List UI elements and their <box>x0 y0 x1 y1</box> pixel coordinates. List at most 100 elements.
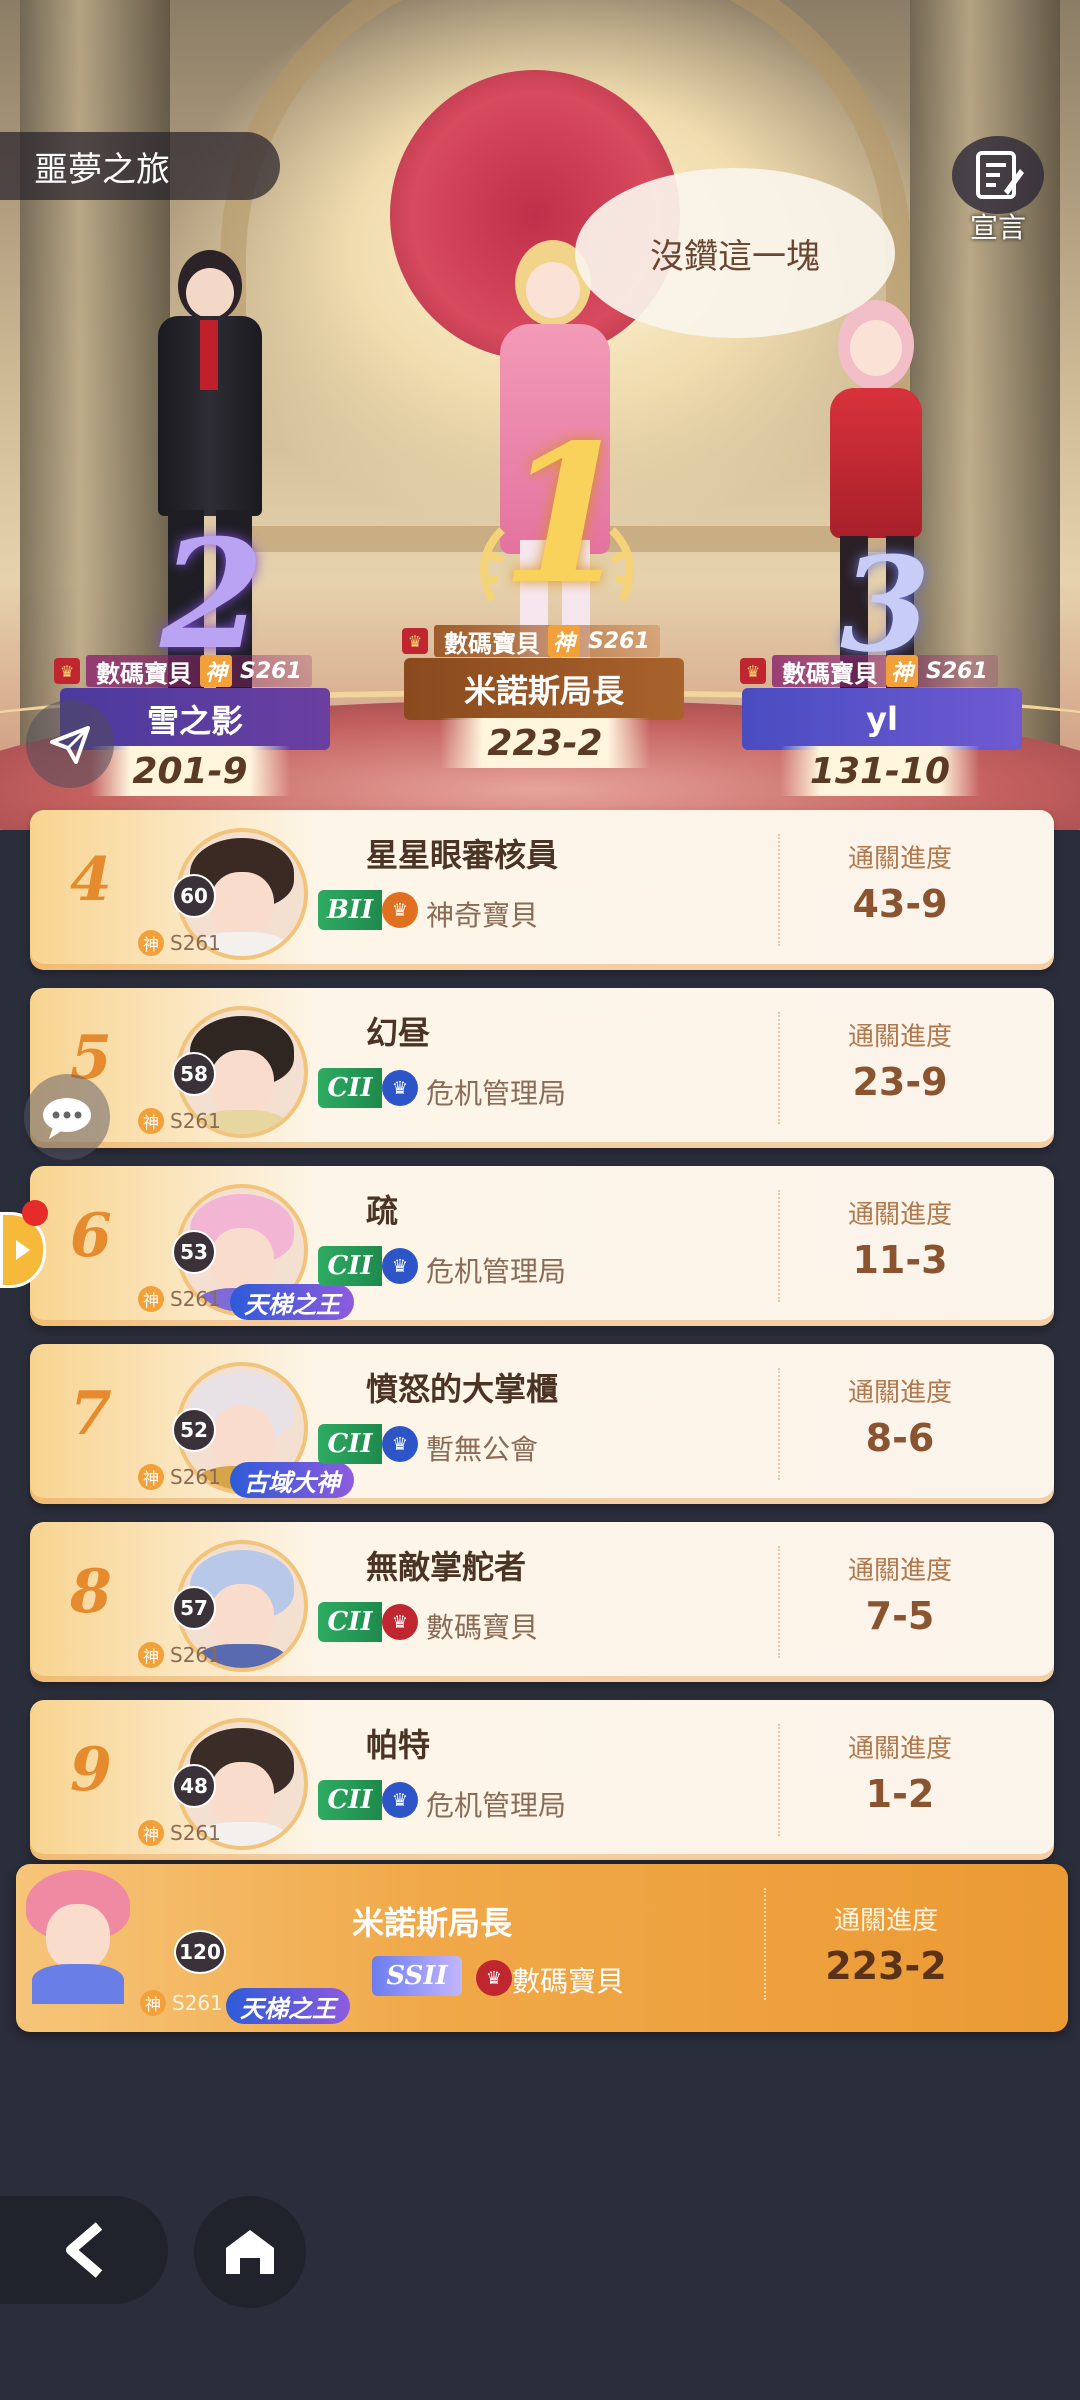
podium-3-tag: ♛ 數碼寶貝 神 S261 <box>740 654 998 688</box>
level-badge: 57 <box>172 1586 216 1630</box>
rank-number: 4 <box>70 845 112 915</box>
tier-badge: 神 <box>138 1464 164 1490</box>
rank-2-numeral: 2 <box>160 507 265 683</box>
row-divider <box>778 834 782 946</box>
podium-2-score: 201-9 <box>90 746 290 796</box>
guild-icon: ♛ <box>382 1426 418 1462</box>
title-badge: 古域大神 <box>230 1462 354 1498</box>
season-tag: 神 S261 <box>138 1642 221 1668</box>
progress-label: 通關進度 <box>847 1556 952 1586</box>
guild-name: 數碼寶貝 <box>426 1611 539 1644</box>
crown-icon: ♛ <box>402 628 428 654</box>
table-row[interactable]: 4 60 神 S261 星星眼審核員 BII ♛ 神奇寶貝 通關進度 43-9 <box>30 810 1054 970</box>
tier-badge: 神 <box>548 625 581 657</box>
grade-badge: SSII <box>372 1956 462 1996</box>
rank-number: 8 <box>70 1557 112 1627</box>
title-badge: 天梯之王 <box>230 1284 354 1320</box>
progress-value: 7-5 <box>865 1594 935 1638</box>
player-name: 星星眼審核員 <box>366 836 559 874</box>
progress-value: 1-2 <box>865 1772 935 1816</box>
notification-dot <box>22 1200 48 1226</box>
podium-3-name[interactable]: yl <box>742 688 1022 750</box>
row-divider <box>778 1546 782 1658</box>
season-label: S261 <box>240 658 302 684</box>
progress-label: 通關進度 <box>847 1378 952 1408</box>
level-badge: 52 <box>172 1408 216 1452</box>
progress-label: 通關進度 <box>847 844 952 874</box>
guild-icon: ♛ <box>476 1960 512 1996</box>
share-button[interactable] <box>26 700 114 788</box>
tier-badge: 神 <box>200 655 233 687</box>
home-button[interactable] <box>194 2196 306 2308</box>
table-row[interactable]: 7 52 神 S261 古域大神 憤怒的大掌櫃 CII ♛ 暫無公會 通關進度 8-6 <box>30 1344 1054 1504</box>
share-icon <box>50 726 90 764</box>
row-divider <box>778 1190 782 1302</box>
player-name: 疏 <box>366 1192 399 1230</box>
guild-icon: ♛ <box>382 892 418 928</box>
season-tag: 神 S261 <box>138 1820 221 1846</box>
table-row[interactable]: 8 57 神 S261 無敵掌舵者 CII ♛ 數碼寶貝 通關進度 7-5 <box>30 1522 1054 1682</box>
tier-badge: 神 <box>138 1108 164 1134</box>
grade-badge: CII <box>318 1246 382 1286</box>
home-icon <box>226 2230 274 2274</box>
season-label: S261 <box>170 1109 221 1133</box>
tier-badge: 神 <box>140 1990 166 2016</box>
progress-value: 223-2 <box>825 1944 947 1988</box>
season-label: S261 <box>588 628 650 654</box>
season-label: S261 <box>926 658 988 684</box>
table-row[interactable]: 6 53 神 S261 天梯之王 疏 CII ♛ 危机管理局 通關進度 11-3 <box>30 1166 1054 1326</box>
progress-value: 43-9 <box>852 882 948 926</box>
podium-1-tag: ♛ 數碼寶貝 神 S261 <box>402 624 660 658</box>
level-badge: 58 <box>172 1052 216 1096</box>
podium-3-score: 131-10 <box>780 746 980 796</box>
guild-icon: ♛ <box>382 1070 418 1106</box>
progress-label: 通關進度 <box>833 1906 938 1936</box>
grade-badge: CII <box>318 1602 382 1642</box>
tier-badge: 神 <box>138 930 164 956</box>
progress-value: 8-6 <box>865 1416 935 1460</box>
guild-name: 危机管理局 <box>426 1789 567 1822</box>
rank-number: 9 <box>70 1735 112 1805</box>
guild-name: 危机管理局 <box>426 1255 567 1288</box>
declare-label: 宣言 <box>969 211 1026 244</box>
row-divider <box>764 1888 768 2000</box>
podium-scene: 2 1 3 ♛ 數碼寶貝 神 S261 ♛ 數碼寶貝 神 S261 ♛ 數碼寶貝… <box>0 0 1080 830</box>
season-tag: 神 S261 <box>138 1464 221 1490</box>
season-label: S261 <box>170 1821 221 1845</box>
my-rank-row[interactable]: 1 120 神 S261 天梯之王 米諾斯局長 SSII ♛ 數碼寶貝 通關進度… <box>16 1864 1068 2032</box>
player-name: 米諾斯局長 <box>352 1904 513 1942</box>
podium-1-score: 223-2 <box>440 718 650 768</box>
season-tag: 神 S261 <box>138 1286 221 1312</box>
guild-name: 數碼寶貝 <box>444 629 540 658</box>
page-title-text: 噩夢之旅 <box>34 149 170 190</box>
progress-label: 通關進度 <box>847 1022 952 1052</box>
rank-3-numeral: 3 <box>840 528 931 681</box>
table-row[interactable]: 9 48 神 S261 帕特 CII ♛ 危机管理局 通關進度 1-2 <box>30 1700 1054 1860</box>
player-name: 憤怒的大掌櫃 <box>366 1370 559 1408</box>
chat-icon <box>43 1098 91 1139</box>
row-divider <box>778 1368 782 1480</box>
table-row[interactable]: 5 58 神 S261 幻昼 CII ♛ 危机管理局 通關進度 23-9 <box>30 988 1054 1148</box>
crown-icon: ♛ <box>54 658 80 684</box>
progress-label: 通關進度 <box>847 1734 952 1764</box>
podium-1-name[interactable]: 米諾斯局長 <box>404 658 684 720</box>
season-tag: 神 S261 <box>140 1990 223 2016</box>
declare-button[interactable]: 宣言 <box>950 136 1046 246</box>
season-label: S261 <box>170 1287 221 1311</box>
tag-bar: 數碼寶貝 神 S261 <box>86 655 312 688</box>
progress-label: 通關進度 <box>847 1200 952 1230</box>
back-button[interactable] <box>0 2196 168 2304</box>
tier-badge: 神 <box>138 1820 164 1846</box>
progress-value: 23-9 <box>852 1060 948 1104</box>
tag-bar: 數碼寶貝 神 S261 <box>772 655 998 688</box>
tier-badge: 神 <box>886 655 919 687</box>
level-badge: 120 <box>174 1930 226 1974</box>
page-title: 噩夢之旅 <box>0 132 280 200</box>
progress-value: 11-3 <box>852 1238 948 1282</box>
guild-icon: ♛ <box>382 1782 418 1818</box>
chat-button[interactable] <box>24 1074 110 1160</box>
guild-name: 神奇寶貝 <box>426 899 539 932</box>
guild-name: 數碼寶貝 <box>512 1965 625 1998</box>
grade-badge: CII <box>318 1780 382 1820</box>
declare-icon[interactable] <box>952 136 1044 214</box>
